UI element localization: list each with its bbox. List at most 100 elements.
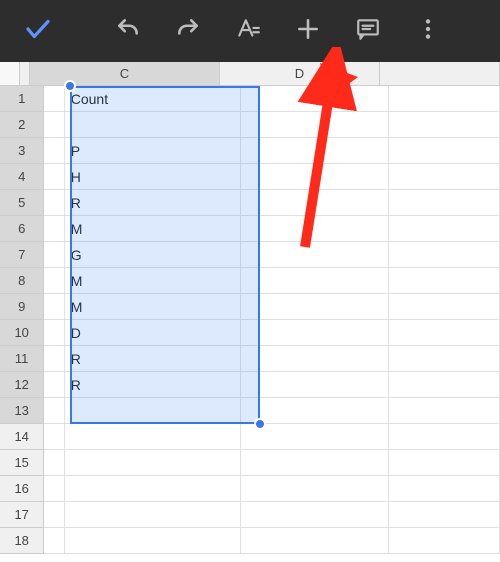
cell[interactable] (241, 164, 389, 190)
cell[interactable] (241, 320, 389, 346)
cell[interactable] (241, 112, 389, 138)
cell[interactable]: M (65, 294, 241, 320)
cell[interactable] (65, 398, 241, 424)
cell[interactable] (389, 216, 500, 242)
cell[interactable] (389, 346, 500, 372)
row-header[interactable]: 7 (0, 242, 44, 268)
cell[interactable] (389, 372, 500, 398)
cell[interactable] (389, 268, 500, 294)
text-format-button[interactable] (218, 1, 278, 61)
cell[interactable] (241, 476, 389, 502)
cell[interactable] (44, 164, 64, 190)
row-header[interactable]: 1 (0, 86, 44, 112)
cell[interactable] (65, 424, 241, 450)
spreadsheet-grid[interactable]: CD 1Count23P4H5R6M7G8M9M10D11R12R1314151… (0, 62, 500, 562)
column-header[interactable]: C (30, 62, 220, 86)
cell[interactable] (44, 346, 64, 372)
cell[interactable] (241, 86, 389, 112)
select-all-corner[interactable] (0, 62, 20, 86)
cell[interactable] (389, 450, 500, 476)
comment-button[interactable] (338, 1, 398, 61)
cell[interactable] (389, 502, 500, 528)
cell[interactable] (241, 424, 389, 450)
cell[interactable] (389, 476, 500, 502)
cell[interactable] (65, 112, 241, 138)
cell[interactable] (44, 294, 64, 320)
redo-button[interactable] (158, 1, 218, 61)
row-header[interactable]: 3 (0, 138, 44, 164)
row-header[interactable]: 2 (0, 112, 44, 138)
cell[interactable] (241, 242, 389, 268)
cell[interactable] (241, 502, 389, 528)
cell[interactable] (389, 112, 500, 138)
cell[interactable] (44, 372, 64, 398)
cell[interactable] (389, 320, 500, 346)
cell[interactable] (44, 138, 64, 164)
cell[interactable]: R (65, 346, 241, 372)
cell[interactable] (389, 242, 500, 268)
cell[interactable] (241, 294, 389, 320)
cell[interactable] (44, 112, 64, 138)
cell[interactable] (389, 294, 500, 320)
cell[interactable]: P (65, 138, 241, 164)
more-button[interactable] (398, 1, 458, 61)
cell[interactable] (241, 398, 389, 424)
cell[interactable] (389, 164, 500, 190)
cell[interactable] (389, 398, 500, 424)
cell[interactable] (389, 138, 500, 164)
accept-button[interactable] (8, 1, 68, 61)
cell[interactable]: R (65, 190, 241, 216)
row-header[interactable]: 17 (0, 502, 44, 528)
insert-button[interactable] (278, 1, 338, 61)
cell[interactable] (44, 268, 64, 294)
cell[interactable] (44, 242, 64, 268)
cell[interactable]: Count (65, 86, 241, 112)
cell[interactable] (389, 424, 500, 450)
cell[interactable] (65, 450, 241, 476)
cell[interactable] (44, 502, 64, 528)
row-header[interactable]: 13 (0, 398, 44, 424)
cell[interactable]: M (65, 268, 241, 294)
row-header[interactable]: 15 (0, 450, 44, 476)
row-header[interactable]: 9 (0, 294, 44, 320)
row-header[interactable]: 6 (0, 216, 44, 242)
cell[interactable] (241, 138, 389, 164)
cell[interactable] (44, 216, 64, 242)
cell[interactable] (241, 528, 389, 554)
cell[interactable] (241, 216, 389, 242)
cell[interactable] (65, 528, 241, 554)
cell[interactable] (65, 476, 241, 502)
cell[interactable] (241, 450, 389, 476)
cell[interactable] (44, 476, 64, 502)
cell[interactable]: H (65, 164, 241, 190)
row-header[interactable]: 16 (0, 476, 44, 502)
cell[interactable] (389, 86, 500, 112)
row-header[interactable]: 8 (0, 268, 44, 294)
cell[interactable] (44, 424, 64, 450)
row-header[interactable]: 10 (0, 320, 44, 346)
cell[interactable] (44, 86, 64, 112)
column-header[interactable] (380, 62, 500, 86)
cell[interactable] (65, 502, 241, 528)
undo-button[interactable] (98, 1, 158, 61)
cell[interactable]: G (65, 242, 241, 268)
cell[interactable] (389, 190, 500, 216)
column-header[interactable]: D (220, 62, 380, 86)
row-header[interactable]: 4 (0, 164, 44, 190)
cell[interactable]: M (65, 216, 241, 242)
row-header[interactable]: 5 (0, 190, 44, 216)
cell[interactable] (44, 398, 64, 424)
cell[interactable]: R (65, 372, 241, 398)
cell[interactable] (389, 528, 500, 554)
cell[interactable] (241, 346, 389, 372)
cell[interactable] (241, 268, 389, 294)
cell[interactable] (44, 450, 64, 476)
cell[interactable] (44, 190, 64, 216)
row-header[interactable]: 14 (0, 424, 44, 450)
cell[interactable] (44, 320, 64, 346)
cell[interactable] (44, 528, 64, 554)
row-header[interactable]: 18 (0, 528, 44, 554)
cell[interactable] (241, 190, 389, 216)
cell[interactable] (241, 372, 389, 398)
row-header[interactable]: 11 (0, 346, 44, 372)
